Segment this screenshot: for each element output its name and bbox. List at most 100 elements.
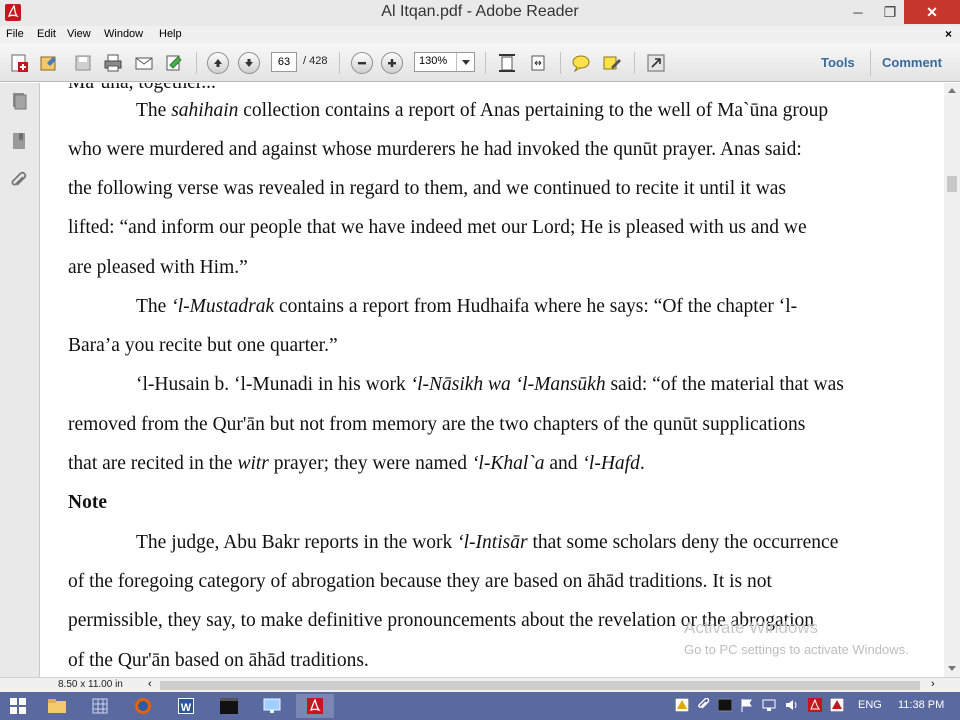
navigation-pane xyxy=(0,83,40,677)
previous-page-button[interactable] xyxy=(207,52,229,74)
create-pdf-icon[interactable] xyxy=(8,52,30,74)
window-title: Al Itqan.pdf - Adobe Reader xyxy=(381,3,579,20)
monitor-icon xyxy=(263,698,281,713)
maximize-button[interactable]: ❐ xyxy=(876,0,904,24)
scroll-down-icon[interactable] xyxy=(947,663,957,673)
word-taskbar-button[interactable]: W xyxy=(167,694,205,718)
file-explorer-taskbar-button[interactable] xyxy=(38,694,76,718)
title-bar: Al Itqan.pdf - Adobe Reader ─ ❐ ✕ xyxy=(0,0,960,26)
arrow-down-icon xyxy=(245,59,253,67)
menu-help[interactable]: Help xyxy=(159,28,182,40)
remote-desktop-taskbar-button[interactable] xyxy=(253,694,291,718)
highlight-icon[interactable] xyxy=(601,52,623,74)
restore-icon: ❐ xyxy=(883,3,897,20)
terminal-taskbar-button[interactable] xyxy=(210,694,248,718)
warning-tray-icon[interactable] xyxy=(830,698,844,712)
cut-off-line: Ma`ūna, together... xyxy=(68,83,216,94)
zoom-in-button[interactable] xyxy=(381,52,403,74)
paperclip-tray-icon[interactable] xyxy=(696,698,710,712)
menu-edit[interactable]: Edit xyxy=(37,28,56,40)
text-line: The ‘l-Mustadrak contains a report from … xyxy=(136,296,798,317)
text-line: are pleased with Him.” xyxy=(68,257,248,278)
document-view[interactable]: Ma`ūna, together... The sahihain collect… xyxy=(41,83,944,677)
fit-width-icon[interactable] xyxy=(527,52,549,74)
next-page-button[interactable] xyxy=(238,52,260,74)
close-document-button[interactable]: × xyxy=(945,27,952,41)
menu-view[interactable]: View xyxy=(67,28,91,40)
text-line: removed from the Qur'ān but not from mem… xyxy=(68,414,806,435)
text-line: Bara’a you recite but one quarter.” xyxy=(68,335,338,356)
close-icon: ✕ xyxy=(926,3,938,20)
folder-icon xyxy=(48,699,66,713)
zoom-value: 130% xyxy=(419,55,448,67)
minimize-button[interactable]: ─ xyxy=(844,0,872,24)
network-tray-icon[interactable] xyxy=(762,698,776,712)
plus-icon xyxy=(388,59,396,67)
app-taskbar-button[interactable] xyxy=(81,694,119,718)
clock[interactable]: 11:38 PM xyxy=(898,699,944,711)
text-line: of the foregoing category of abrogation … xyxy=(68,571,772,592)
scroll-left-icon[interactable]: ‹ xyxy=(148,678,152,690)
menu-bar: File Edit View Window Help × xyxy=(0,26,960,44)
text-line: that are recited in the witr prayer; the… xyxy=(68,453,645,474)
zoom-select[interactable]: 130% xyxy=(414,52,475,72)
adobe-tray-icon[interactable] xyxy=(808,698,822,712)
comment-button[interactable]: Comment xyxy=(882,55,942,70)
attachments-icon[interactable] xyxy=(9,171,29,191)
activate-windows-watermark: Activate Windows xyxy=(684,618,819,637)
start-button[interactable] xyxy=(0,694,36,718)
firefox-icon xyxy=(135,698,151,714)
email-icon[interactable] xyxy=(133,52,155,74)
minimize-icon: ─ xyxy=(853,4,863,20)
page-size: 8.50 x 11.00 in xyxy=(58,679,123,690)
arrow-up-icon xyxy=(214,59,222,67)
volume-tray-icon[interactable] xyxy=(785,698,799,712)
menu-window[interactable]: Window xyxy=(104,28,143,40)
sticky-note-icon[interactable] xyxy=(570,52,592,74)
scroll-up-icon[interactable] xyxy=(947,85,957,95)
sign-icon[interactable] xyxy=(163,52,185,74)
fit-page-icon[interactable] xyxy=(496,52,518,74)
section-heading: Note xyxy=(68,492,107,513)
scroll-right-icon[interactable]: › xyxy=(931,678,935,690)
terminal-tray-icon[interactable] xyxy=(718,698,732,712)
tools-button[interactable]: Tools xyxy=(821,55,855,70)
menu-file[interactable]: File xyxy=(6,28,24,40)
taskbar: W ENG 11:38 PM xyxy=(0,692,960,720)
adobe-reader-taskbar-button[interactable] xyxy=(296,694,334,718)
grid-app-icon xyxy=(92,698,108,714)
toolbar xyxy=(0,44,960,82)
text-line: ‘l-Husain b. ‘l-Munadi in his work ‘l-Nā… xyxy=(136,374,844,395)
firefox-taskbar-button[interactable] xyxy=(124,694,162,718)
text-line: who were murdered and against whose murd… xyxy=(68,139,802,160)
text-line: lifted: “and inform our people that we h… xyxy=(68,217,807,238)
save-icon[interactable] xyxy=(72,52,94,74)
close-window-button[interactable]: ✕ xyxy=(904,0,960,24)
text-line: The sahihain collection contains a repor… xyxy=(136,100,829,121)
page-total: / 428 xyxy=(303,55,328,67)
page-number-input[interactable]: 63 xyxy=(271,52,297,72)
open-icon[interactable] xyxy=(38,52,60,74)
scroll-thumb[interactable] xyxy=(947,176,957,192)
terminal-icon xyxy=(220,698,238,714)
minus-icon xyxy=(358,62,366,65)
expand-icon[interactable] xyxy=(645,52,667,74)
zoom-out-button[interactable] xyxy=(351,52,373,74)
word-icon: W xyxy=(178,698,194,714)
flag-tray-icon[interactable] xyxy=(740,698,754,712)
adobe-reader-icon xyxy=(307,698,323,714)
horizontal-scroll-thumb[interactable] xyxy=(160,681,920,690)
text-line: the following verse was revealed in rega… xyxy=(68,178,787,199)
print-icon[interactable] xyxy=(102,52,124,74)
vertical-scrollbar[interactable] xyxy=(944,83,960,677)
warning-tray-icon[interactable] xyxy=(675,698,689,712)
text-line: The judge, Abu Bakr reports in the work … xyxy=(136,532,839,553)
language-indicator[interactable]: ENG xyxy=(858,699,882,711)
activate-windows-hint: Go to PC settings to activate Windows. xyxy=(684,642,909,657)
svg-text:W: W xyxy=(181,702,192,714)
windows-logo-icon xyxy=(10,698,26,714)
page-thumbnails-icon[interactable] xyxy=(9,91,29,111)
bookmarks-icon[interactable] xyxy=(9,131,29,151)
chevron-down-icon[interactable] xyxy=(456,53,474,71)
status-bar: 8.50 x 11.00 in ‹ › xyxy=(0,677,960,692)
